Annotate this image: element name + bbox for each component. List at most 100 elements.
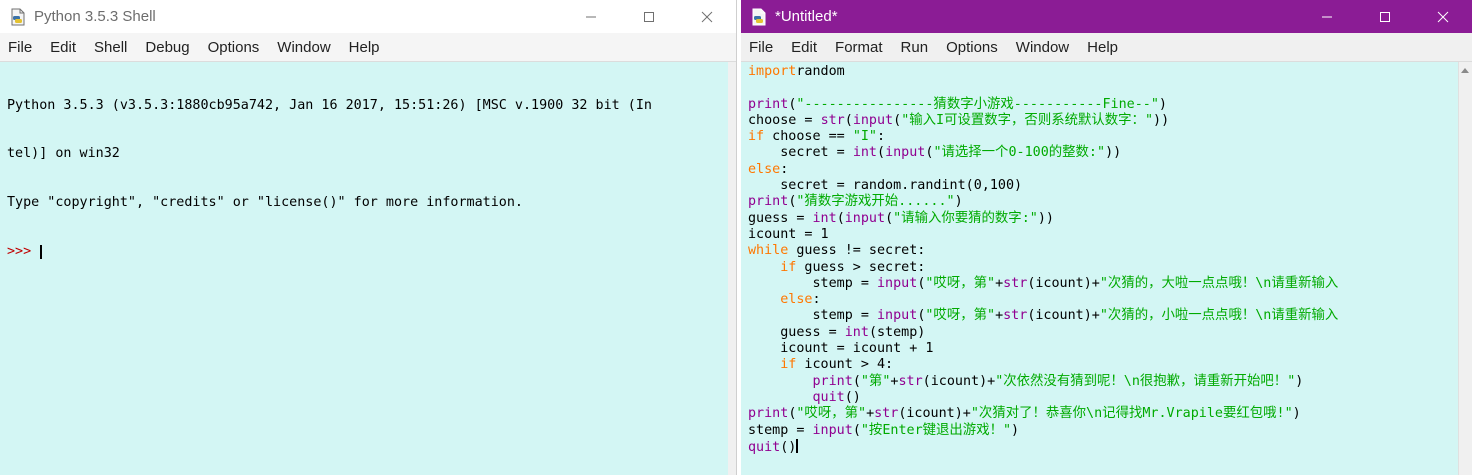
- shell-menu-window[interactable]: Window: [268, 39, 339, 56]
- code-text: )): [1105, 145, 1122, 161]
- code-line[interactable]: print("----------------猜数字小游戏-----------…: [748, 97, 1458, 113]
- shell-menu-file[interactable]: File: [0, 39, 41, 56]
- python-idle-icon: [9, 8, 27, 26]
- editor-menu-window[interactable]: Window: [1007, 39, 1078, 56]
- shell-menu-options[interactable]: Options: [199, 39, 269, 56]
- editor-menu-options[interactable]: Options: [937, 39, 1007, 56]
- editor-menu-format[interactable]: Format: [826, 39, 892, 56]
- text-cursor: [796, 438, 799, 453]
- editor-menu-help[interactable]: Help: [1078, 39, 1127, 56]
- code-text: (: [852, 373, 861, 389]
- editor-code[interactable]: importrandom print("----------------猜数字小…: [741, 62, 1458, 455]
- code-string: "哎呀，第": [796, 406, 867, 422]
- code-line[interactable]: quit(): [748, 390, 1458, 406]
- code-text: ): [1292, 406, 1301, 422]
- minimize-button[interactable]: [1298, 0, 1356, 33]
- shell-window-controls: [562, 0, 736, 33]
- code-string: "哎呀，第": [925, 275, 996, 291]
- code-line[interactable]: stemp = input("哎呀，第"+str(icount)+"次猜的，大啦…: [748, 276, 1458, 292]
- code-text: icount = icount + 1: [748, 341, 934, 357]
- code-line[interactable]: if guess > secret:: [748, 260, 1458, 276]
- code-string: "哎呀，第": [925, 308, 996, 324]
- python-idle-icon: [750, 8, 768, 26]
- code-string: "输入I可设置数字，否则系统默认数字：": [901, 112, 1154, 128]
- editor-menu-file[interactable]: File: [741, 39, 782, 56]
- editor-text-area[interactable]: importrandom print("----------------猜数字小…: [741, 62, 1458, 475]
- maximize-button[interactable]: [1356, 0, 1414, 33]
- minimize-button[interactable]: [562, 0, 620, 33]
- code-line[interactable]: if choose == "I":: [748, 129, 1458, 145]
- code-line[interactable]: while guess != secret:: [748, 243, 1458, 259]
- code-keyword: if: [780, 259, 797, 275]
- code-line[interactable]: stemp = input("按Enter键退出游戏！"): [748, 423, 1458, 439]
- code-line[interactable]: quit(): [748, 438, 1458, 455]
- close-button[interactable]: [1414, 0, 1472, 33]
- code-keyword: import: [748, 64, 797, 79]
- code-line[interactable]: stemp = input("哎呀，第"+str(icount)+"次猜的，小啦…: [748, 308, 1458, 324]
- code-text: (stemp): [868, 324, 926, 340]
- editor-window-controls: [1298, 0, 1472, 33]
- code-line[interactable]: if icount > 4:: [748, 357, 1458, 373]
- code-line[interactable]: choose = str(input("输入I可设置数字，否则系统默认数字：")…: [748, 113, 1458, 129]
- shell-menu-shell[interactable]: Shell: [85, 39, 136, 56]
- code-line[interactable]: print("哎呀，第"+str(icount)+"次猜对了！恭喜你\n记得找M…: [748, 406, 1458, 422]
- code-line[interactable]: secret = int(input("请选择一个0-100的整数:")): [748, 145, 1458, 161]
- code-line[interactable]: else:: [748, 292, 1458, 308]
- code-line[interactable]: [748, 80, 1458, 96]
- code-builtin: str: [898, 373, 923, 389]
- code-string: "次猜对了！恭喜你\n记得找Mr.Vrapile要红包哦!": [970, 406, 1293, 422]
- shell-output-line: tel)] on win32: [7, 146, 120, 162]
- close-button[interactable]: [678, 0, 736, 33]
- shell-window[interactable]: Python 3.5.3 Shell File Edit Shell Debug…: [0, 0, 737, 475]
- code-line[interactable]: icount = icount + 1: [748, 341, 1458, 357]
- code-line[interactable]: secret = random.randint(0,100): [748, 178, 1458, 194]
- code-text: guess =: [748, 324, 845, 340]
- code-builtin: int: [852, 145, 877, 161]
- shell-menu-help[interactable]: Help: [340, 39, 389, 56]
- code-text: )): [1153, 112, 1170, 128]
- code-line[interactable]: guess = int(stemp): [748, 325, 1458, 341]
- code-line[interactable]: guess = int(input("请输入你要猜的数字:")): [748, 211, 1458, 227]
- code-line[interactable]: print("猜数字游戏开始......"): [748, 194, 1458, 210]
- code-text: (): [780, 439, 797, 455]
- code-text: ): [1011, 422, 1020, 438]
- editor-window[interactable]: *Untitled* File Edit Format Run Options …: [741, 0, 1472, 475]
- editor-scrollbar[interactable]: [1458, 62, 1472, 475]
- code-keyword: while: [748, 243, 789, 259]
- code-line[interactable]: else:: [748, 162, 1458, 178]
- code-string: "次猜的，大啦一点点哦！\n请重新输入: [1099, 275, 1339, 291]
- shell-output-line: Type "copyright", "credits" or "license(…: [7, 195, 523, 211]
- code-text: guess != secret:: [788, 243, 926, 259]
- shell-text-area[interactable]: Python 3.5.3 (v3.5.3:1880cb95a742, Jan 1…: [0, 62, 728, 475]
- code-text: icount = 1: [748, 226, 829, 242]
- code-text: icount > 4:: [796, 357, 894, 373]
- code-line[interactable]: importrandom: [748, 64, 1458, 80]
- code-builtin: quit: [812, 389, 845, 405]
- code-text: stemp =: [748, 308, 877, 324]
- code-text: )): [1037, 210, 1054, 226]
- code-string: "----------------猜数字小游戏-----------Fine--…: [796, 96, 1159, 112]
- code-line[interactable]: icount = 1: [748, 227, 1458, 243]
- shell-menubar: File Edit Shell Debug Options Window Hel…: [0, 33, 736, 62]
- editor-titlebar[interactable]: *Untitled*: [741, 0, 1472, 33]
- scroll-up-icon[interactable]: [1461, 68, 1469, 73]
- shell-titlebar[interactable]: Python 3.5.3 Shell: [0, 0, 736, 33]
- code-string: "请选择一个0-100的整数:": [933, 145, 1106, 161]
- editor-title: *Untitled*: [775, 8, 838, 25]
- shell-scrollbar[interactable]: [728, 62, 736, 475]
- shell-menu-debug[interactable]: Debug: [136, 39, 198, 56]
- shell-menu-edit[interactable]: Edit: [41, 39, 85, 56]
- maximize-button[interactable]: [620, 0, 678, 33]
- text-cursor: [40, 245, 43, 260]
- code-text: choose =: [748, 112, 821, 128]
- code-text: (: [885, 210, 894, 226]
- editor-menu-run[interactable]: Run: [892, 39, 938, 56]
- shell-output-line: Python 3.5.3 (v3.5.3:1880cb95a742, Jan 1…: [7, 97, 652, 113]
- code-text: (: [877, 145, 886, 161]
- code-line[interactable]: print("第"+str(icount)+"次依然没有猜到呢！\n很抱歉，请重…: [748, 374, 1458, 390]
- shell-prompt-line[interactable]: >>>: [7, 244, 728, 260]
- code-builtin: print: [812, 373, 853, 389]
- editor-menu-edit[interactable]: Edit: [782, 39, 826, 56]
